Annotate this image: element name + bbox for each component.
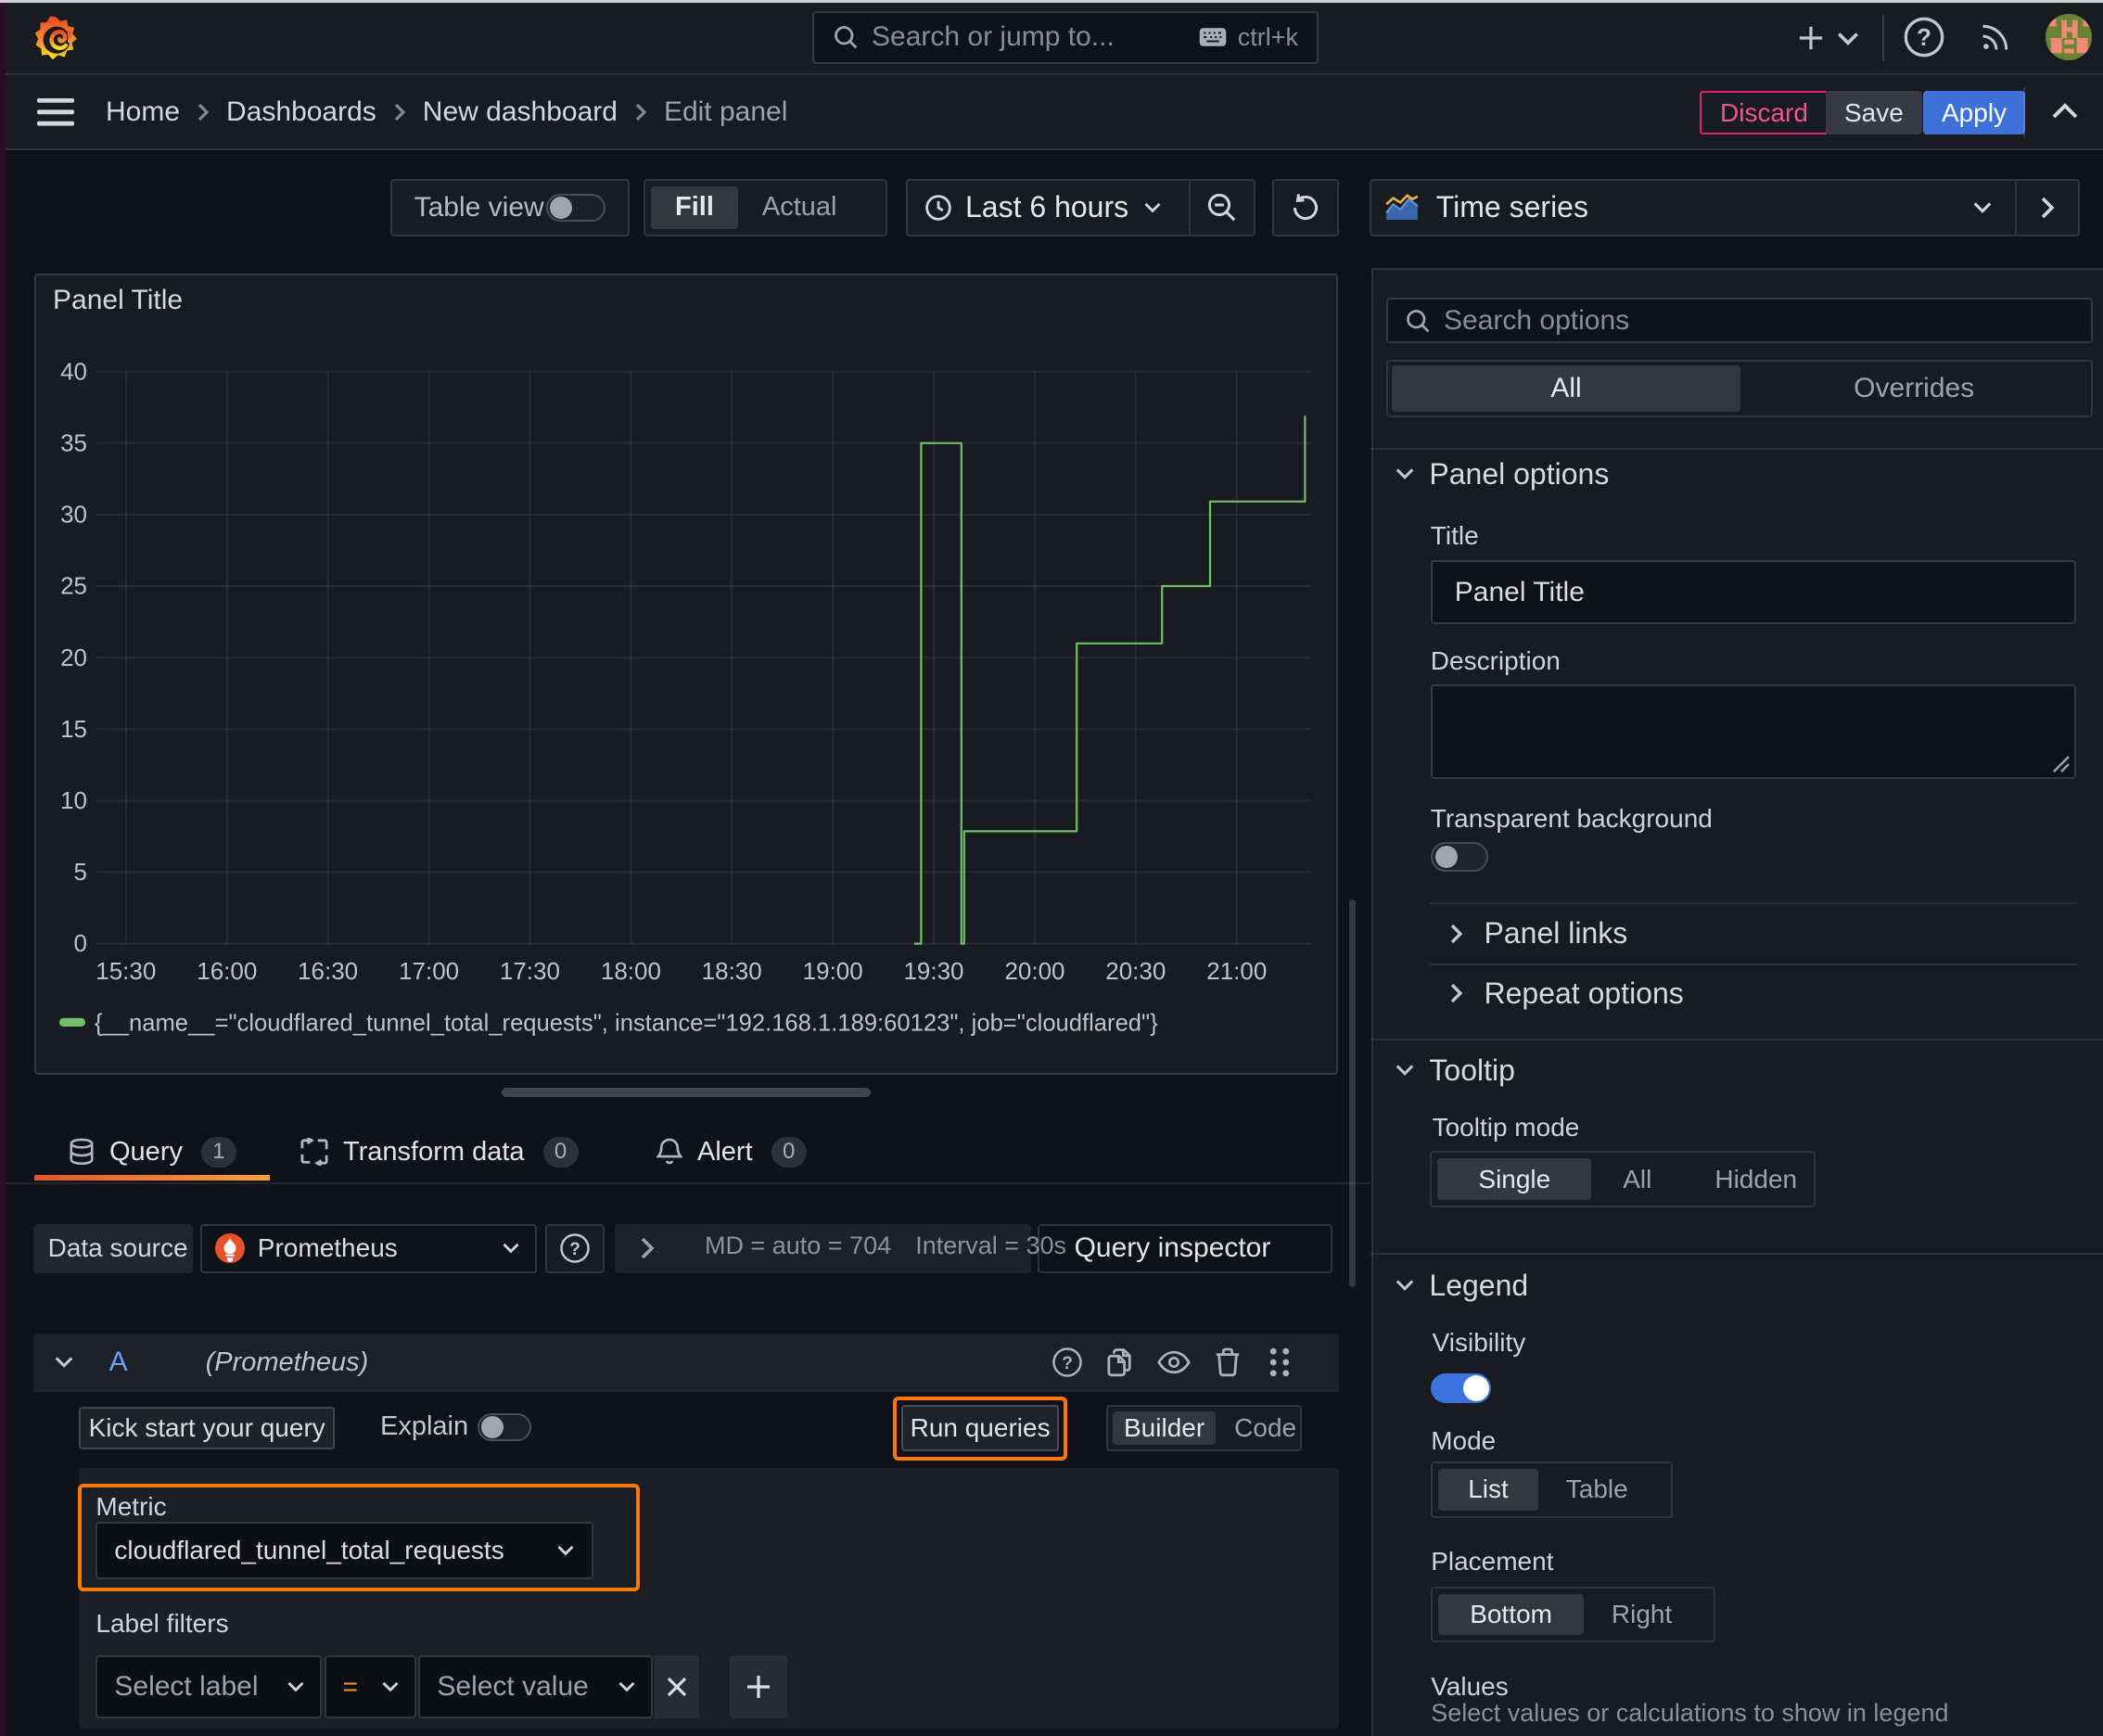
svg-text:20: 20 [60, 644, 87, 671]
svg-text:17:00: 17:00 [399, 957, 459, 985]
svg-text:18:00: 18:00 [601, 957, 661, 985]
svg-text:18:30: 18:30 [702, 957, 762, 985]
svg-text:{__name__="cloudflared_tunnel_: {__name__="cloudflared_tunnel_total_requ… [95, 1011, 1158, 1037]
svg-text:16:30: 16:30 [298, 957, 358, 985]
svg-text:16:00: 16:00 [197, 957, 257, 985]
svg-text:19:30: 19:30 [903, 957, 963, 985]
svg-text:19:00: 19:00 [803, 957, 863, 985]
svg-text:20:30: 20:30 [1105, 957, 1166, 985]
svg-text:?: ? [1917, 23, 1931, 51]
svg-text:15: 15 [60, 715, 87, 743]
svg-text:0: 0 [74, 929, 87, 957]
svg-text:?: ? [1062, 1354, 1073, 1373]
svg-text:25: 25 [60, 572, 87, 600]
svg-text:40: 40 [60, 357, 87, 385]
svg-text:15:30: 15:30 [96, 957, 156, 985]
svg-text:30: 30 [60, 501, 87, 529]
svg-text:21:00: 21:00 [1206, 957, 1267, 985]
svg-text:17:30: 17:30 [500, 957, 560, 985]
svg-text:35: 35 [60, 428, 87, 456]
svg-text:5: 5 [74, 858, 87, 886]
svg-text:?: ? [569, 1240, 580, 1259]
svg-text:10: 10 [60, 786, 87, 814]
svg-text:20:00: 20:00 [1004, 957, 1064, 985]
